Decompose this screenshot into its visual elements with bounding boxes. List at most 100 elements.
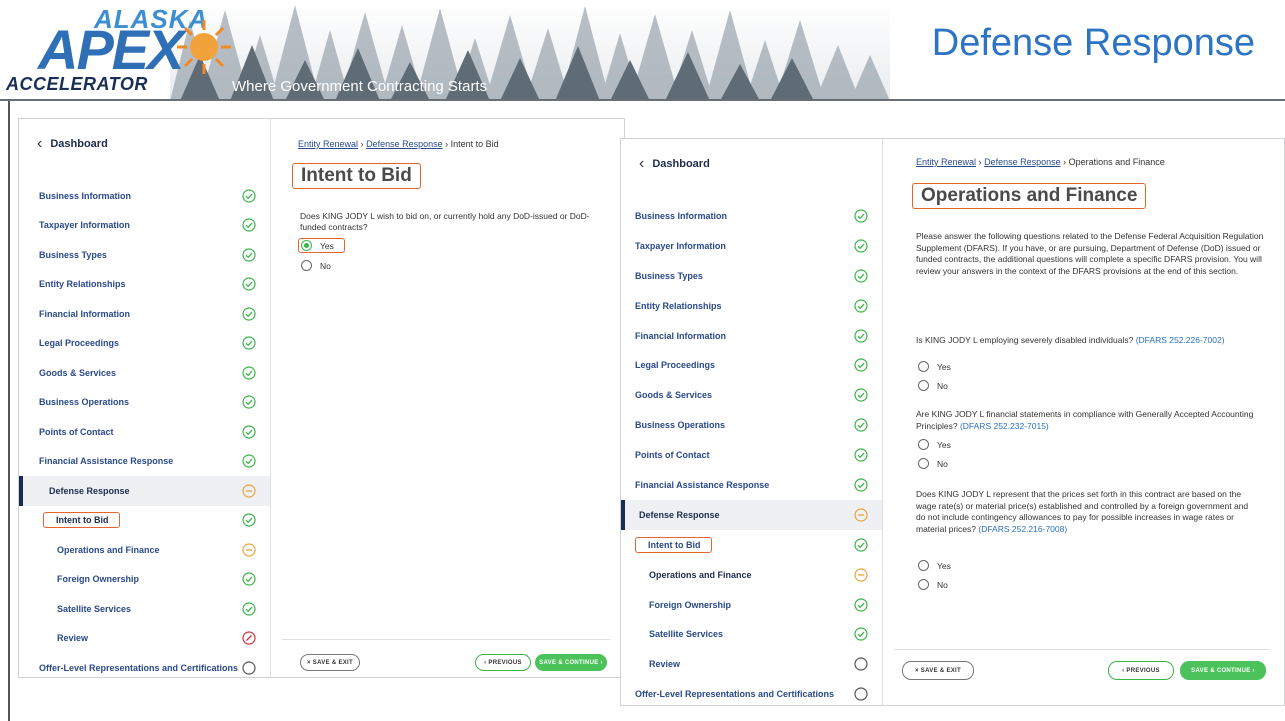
sidebar-item-label: Intent to Bid (635, 536, 712, 553)
sidebar-item-business-types[interactable]: Business Types (621, 261, 882, 291)
check-circle-icon (854, 418, 868, 432)
dashboard-link[interactable]: ‹ Dashboard (37, 135, 108, 153)
radio-no[interactable]: No (918, 579, 948, 590)
sidebar-item-review[interactable]: Review (621, 649, 882, 679)
sidebar-item-entity-relationships[interactable]: Entity Relationships (621, 291, 882, 321)
breadcrumb-separator: › (978, 157, 982, 167)
dashboard-link[interactable]: ‹ Dashboard (639, 155, 710, 173)
minus-circle-icon (242, 484, 256, 498)
banner-divider (0, 99, 1285, 101)
check-circle-icon (854, 538, 868, 552)
sidebar-item-points-of-contact[interactable]: Points of Contact (621, 440, 882, 470)
sidebar-item-taxpayer-information[interactable]: Taxpayer Information (621, 231, 882, 261)
dfars-reference-link[interactable]: (DFARS 252.216-7008) (978, 524, 1067, 534)
check-circle-icon (242, 218, 256, 232)
sidebar-item-legal-proceedings[interactable]: Legal Proceedings (19, 329, 270, 359)
check-circle-icon (242, 366, 256, 380)
radio-label: No (937, 579, 948, 590)
question-body: Does KING JODY L represent that the pric… (916, 489, 1249, 534)
sidebar-item-goods-and-services[interactable]: Goods & Services (621, 380, 882, 410)
sidebar-item-label: Offer-Level Representations and Certific… (39, 662, 239, 673)
sidebar-item-business-information[interactable]: Business Information (621, 201, 882, 231)
sidebar-item-review[interactable]: Review (19, 624, 270, 654)
radio-no[interactable]: No (918, 380, 948, 391)
main-content: Entity Renewal › Defense Response › Inte… (272, 119, 624, 677)
radio-yes[interactable]: Yes (918, 361, 951, 372)
breadcrumb-link-defense-response[interactable]: Defense Response (366, 139, 443, 149)
radio-yes[interactable]: Yes (298, 238, 345, 253)
sidebar-item-label: Satellite Services (57, 603, 132, 614)
previous-button[interactable]: ‹ PREVIOUS (1108, 661, 1174, 680)
sidebar-item-satellite-services[interactable]: Satellite Services (19, 594, 270, 624)
sidebar-item-financial-assistance-response[interactable]: Financial Assistance Response (19, 447, 270, 477)
sidebar-item-defense-response[interactable]: Defense Response (621, 499, 882, 530)
empty-circle-icon (242, 661, 256, 675)
intro-text: Please answer the following questions re… (916, 231, 1264, 276)
check-circle-icon (854, 388, 868, 402)
sidebar-item-taxpayer-information[interactable]: Taxpayer Information (19, 211, 270, 241)
radio-yes[interactable]: Yes (918, 560, 951, 571)
sidebar-item-offer-level-representations-and-certifications[interactable]: Offer-Level Representations and Certific… (621, 679, 882, 705)
radio-circle (918, 579, 929, 590)
check-circle-icon (854, 328, 868, 343)
check-circle-icon (854, 269, 868, 283)
sidebar-item-label: Taxpayer Information (635, 240, 726, 251)
sidebar-item-label: Business Operations (635, 420, 726, 431)
tagline: Where Government Contracting Starts (232, 78, 488, 95)
chevron-left-icon: ‹ (37, 135, 43, 152)
sidebar-item-business-operations[interactable]: Business Operations (19, 388, 270, 418)
sidebar-item-financial-information[interactable]: Financial Information (621, 321, 882, 351)
sidebar-item-label: Points of Contact (635, 450, 710, 461)
sidebar-item-goods-and-services[interactable]: Goods & Services (19, 358, 270, 388)
dfars-reference-link[interactable]: (DFARS 252.232-7015) (960, 421, 1049, 431)
radio-no[interactable]: No (301, 260, 331, 271)
question-text: Is KING JODY L employing severely disabl… (916, 335, 1256, 347)
sidebar-item-intent-to-bid[interactable]: Intent to Bid (19, 506, 270, 536)
sidebar-item-entity-relationships[interactable]: Entity Relationships (19, 270, 270, 300)
sidebar-item-offer-level-representations-and-certifications[interactable]: Offer-Level Representations and Certific… (19, 653, 270, 677)
main-content: Entity Renewal › Defense Response › Oper… (884, 139, 1284, 705)
sidebar-item-financial-information[interactable]: Financial Information (19, 299, 270, 329)
screenshot-intent-to-bid: ‹ Dashboard Business Information Taxpayer… (18, 118, 625, 678)
sidebar-item-foreign-ownership[interactable]: Foreign Ownership (19, 565, 270, 595)
sun-logo-icon (177, 20, 231, 74)
save-continue-button[interactable]: SAVE & CONTINUE › (535, 654, 607, 671)
save-continue-button[interactable]: SAVE & CONTINUE › (1180, 661, 1266, 680)
sidebar-item-business-information[interactable]: Business Information (19, 181, 270, 211)
breadcrumb-link-entity-renewal[interactable]: Entity Renewal (298, 139, 358, 149)
radio-yes[interactable]: Yes (918, 439, 951, 450)
sidebar-item-business-types[interactable]: Business Types (19, 240, 270, 270)
sidebar-item-intent-to-bid[interactable]: Intent to Bid (621, 530, 882, 560)
dashboard-label: Dashboard (50, 138, 108, 150)
sidebar-item-business-operations[interactable]: Business Operations (621, 410, 882, 440)
sidebar-item-defense-response[interactable]: Defense Response (19, 476, 270, 506)
previous-button[interactable]: ‹ PREVIOUS (475, 654, 531, 671)
radio-label: Yes (937, 439, 951, 450)
check-circle-icon (854, 448, 868, 462)
check-circle-icon (242, 189, 256, 203)
check-circle-icon (854, 239, 868, 253)
sidebar-item-financial-assistance-response[interactable]: Financial Assistance Response (621, 470, 882, 500)
save-exit-button[interactable]: × SAVE & EXIT (902, 661, 974, 680)
save-exit-button[interactable]: × SAVE & EXIT (300, 654, 360, 671)
sidebar-item-operations-and-finance[interactable]: Operations and Finance (19, 535, 270, 565)
dfars-reference-link[interactable]: (DFARS 252.226-7002) (1136, 335, 1225, 345)
sidebar-item-label: Business Information (635, 210, 728, 221)
sidebar-item-satellite-services[interactable]: Satellite Services (621, 619, 882, 649)
sidebar-item-foreign-ownership[interactable]: Foreign Ownership (621, 590, 882, 620)
sidebar-item-legal-proceedings[interactable]: Legal Proceedings (621, 350, 882, 380)
sidebar-item-points-of-contact[interactable]: Points of Contact (19, 417, 270, 447)
breadcrumb-link-defense-response[interactable]: Defense Response (984, 157, 1061, 167)
sidebar-item-label: Business Types (39, 249, 107, 260)
sidebar-item-label: Defense Response (639, 509, 720, 520)
check-circle-icon (854, 627, 868, 642)
radio-no[interactable]: No (918, 458, 948, 469)
sidebar-item-label: Financial Information (635, 330, 727, 341)
question-body: Is KING JODY L employing severely disabl… (916, 335, 1136, 345)
sidebar-item-operations-and-finance[interactable]: Operations and Finance (621, 560, 882, 590)
sidebar-item-label: Foreign Ownership (57, 574, 140, 585)
sidebar-item-label: Financial Information (39, 308, 131, 319)
breadcrumb-link-entity-renewal[interactable]: Entity Renewal (916, 157, 976, 167)
sidebar-item-label: Financial Assistance Response (39, 456, 174, 467)
sidebar-item-label: Entity Relationships (635, 300, 722, 311)
